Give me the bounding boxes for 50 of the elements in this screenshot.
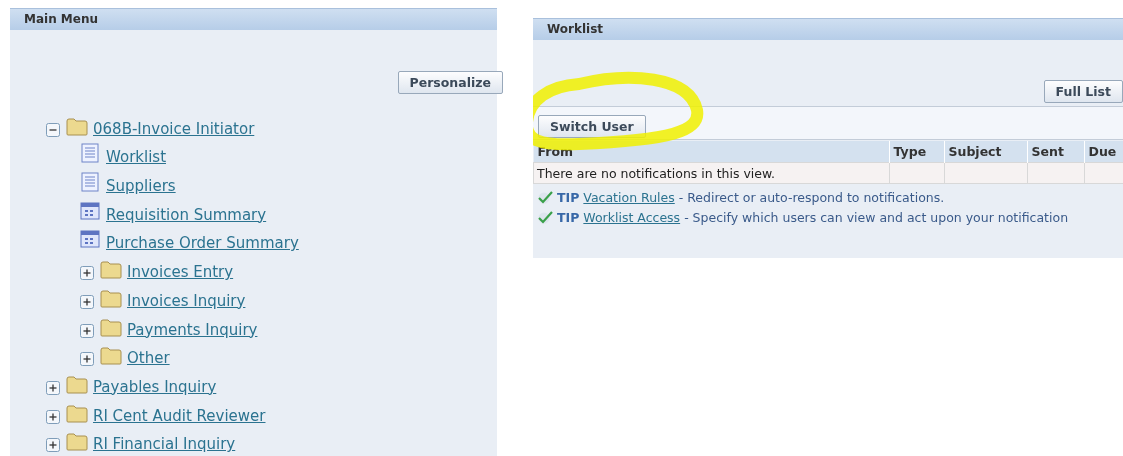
panel-header: Worklist [533,18,1123,40]
expand-icon[interactable] [46,409,60,424]
column-header: Subject [944,141,1027,163]
folder-icon [100,318,122,337]
column-header: Sent [1027,141,1084,163]
tip-text: - Redirect or auto-respond to notifications. [678,189,945,205]
document-icon [80,143,100,164]
tip-label: TIP [557,189,580,205]
folder-icon [66,433,88,452]
menu-link[interactable]: Payables Inquiry [93,376,217,397]
document-icon [80,172,100,193]
expand-icon[interactable] [80,294,94,309]
checkmark-icon [537,190,553,204]
folder-icon [100,347,122,366]
menu-link[interactable]: Payments Inquiry [127,319,258,340]
expand-icon[interactable] [46,438,60,453]
column-header: Type [889,141,944,163]
menu-link[interactable]: Requisition Summary [106,204,267,225]
column-header: Due [1084,141,1123,163]
menu-link[interactable]: RI Financial Inquiry [93,434,236,455]
tip-link[interactable]: Worklist Access [583,209,681,225]
expand-icon[interactable] [46,380,60,395]
menu-link[interactable]: Suppliers [106,176,176,197]
expand-icon[interactable] [80,266,94,281]
menu-link[interactable]: 068B-Invoice Initiator [93,118,255,139]
tip-label: TIP [557,209,580,225]
folder-icon [100,261,122,280]
empty-message: There are no notifications in this view. [533,162,889,184]
checkmark-icon [537,210,553,224]
menu-link[interactable]: RI Cent Audit Reviewer [93,405,266,426]
switch-user-button[interactable]: Switch User [538,115,646,138]
expand-icon[interactable] [80,323,94,338]
menu-link[interactable]: Invoices Entry [127,262,234,283]
form-icon [80,229,100,250]
folder-icon [66,404,88,423]
menu-link[interactable]: Invoices Inquiry [127,290,246,311]
collapse-icon[interactable] [46,122,60,137]
menu-link[interactable]: Purchase Order Summary [106,233,299,254]
folder-icon [66,375,88,394]
folder-icon [66,117,88,136]
full-list-button[interactable]: Full List [1043,80,1123,103]
tip-text: - Specify which users can view and act upon your notification [684,209,1069,225]
menu-link[interactable]: Worklist [106,147,166,168]
panel-header: Main Menu [10,8,497,30]
personalize-button[interactable]: Personalize [397,71,503,94]
expand-icon[interactable] [80,352,94,367]
folder-icon [100,289,122,308]
tip-link[interactable]: Vacation Rules [583,189,675,205]
form-icon [80,200,100,221]
menu-link[interactable]: Other [127,348,170,369]
